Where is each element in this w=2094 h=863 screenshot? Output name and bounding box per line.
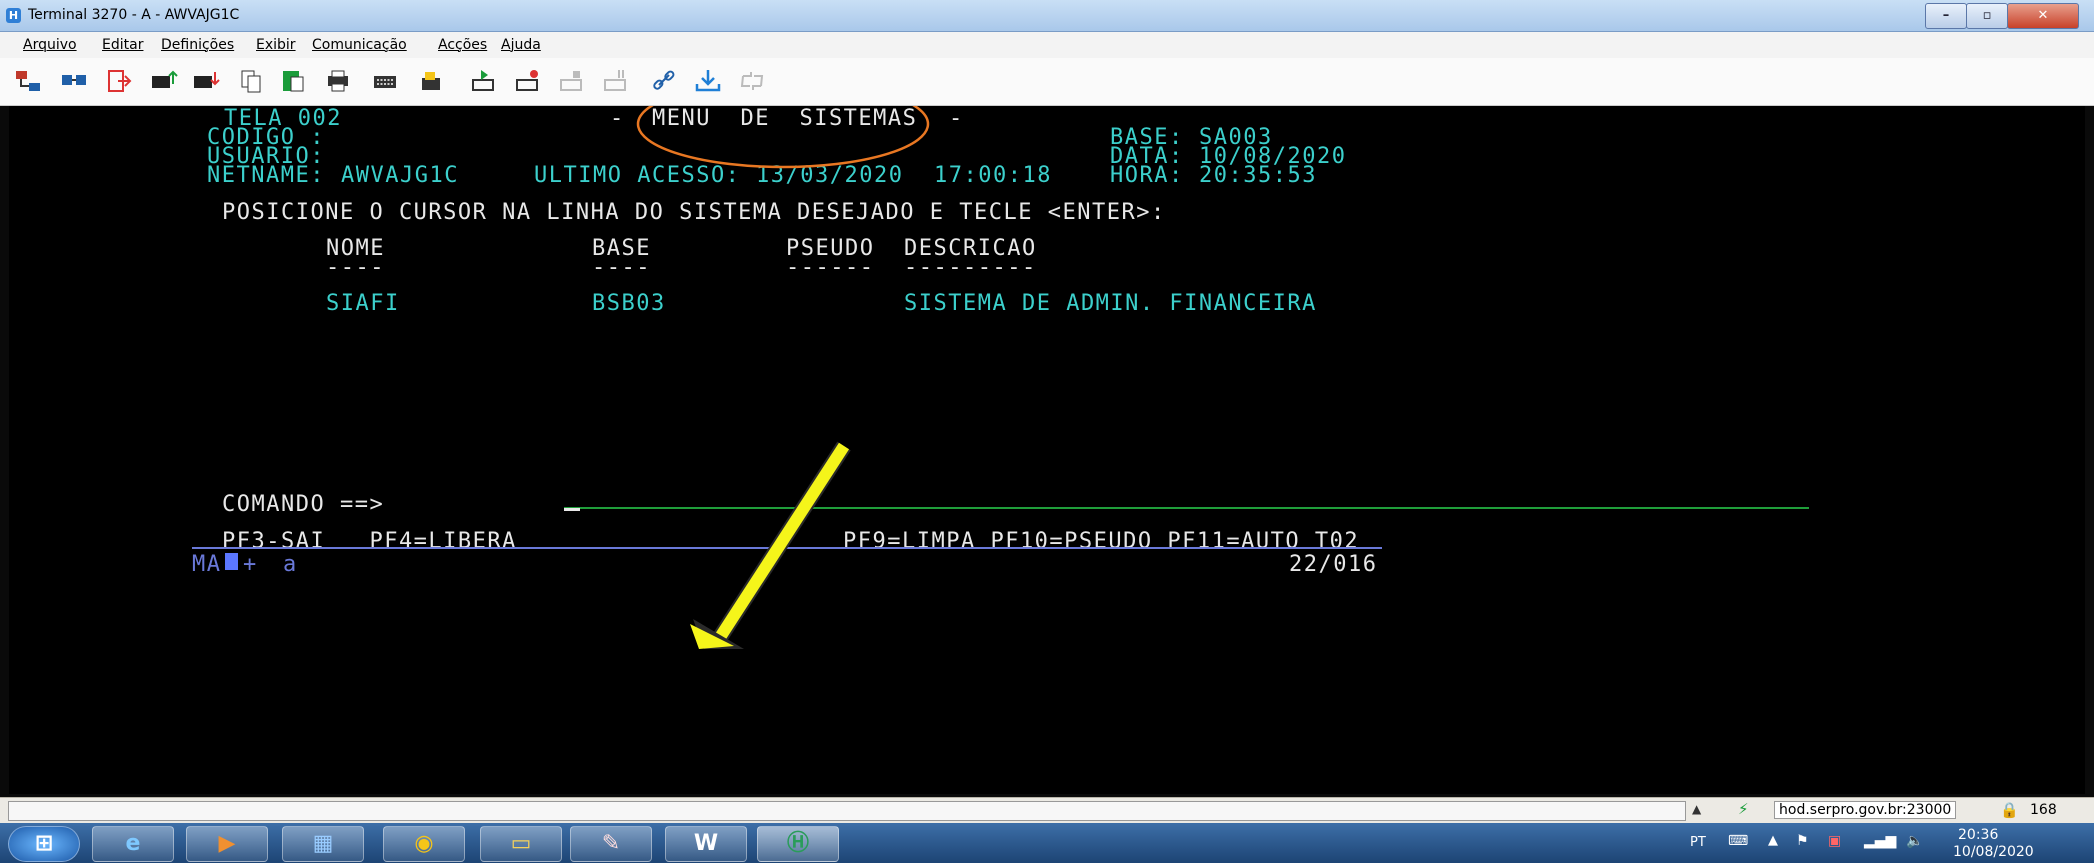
terminal-screen[interactable]: TELA 002 - MENU DE SISTEMAS - CODIGO : U… — [9, 106, 2085, 794]
lock-icon: 🔒 — [2000, 801, 2019, 819]
clock-date[interactable]: 10/08/2020 — [1953, 844, 2034, 860]
volume-icon[interactable]: 🔈 — [1906, 833, 1923, 849]
minimize-icon: – — [1942, 8, 1950, 23]
receive-icon[interactable] — [192, 68, 220, 94]
language-indicator[interactable]: PT — [1690, 835, 1706, 850]
host-address: hod.serpro.gov.br:23000 — [1774, 801, 1957, 819]
internet-explorer-icon[interactable]: e — [92, 826, 174, 862]
window-title: Terminal 3270 - A - AWVAJG1C — [28, 7, 240, 23]
network-tray-icon[interactable]: ▣ — [1828, 833, 1841, 849]
send-icon[interactable] — [150, 68, 178, 94]
toolbar — [0, 58, 2094, 106]
start-orb[interactable]: ⊞ — [8, 826, 80, 862]
app-icon: H — [6, 8, 21, 23]
keyboard-icon[interactable] — [372, 68, 400, 94]
pointer-arrow — [690, 441, 851, 649]
signal-icon[interactable]: ▂▄▆ — [1864, 833, 1896, 849]
paint-icon[interactable]: ✎ — [570, 826, 652, 862]
lightning-icon: ⚡ — [1738, 800, 1749, 818]
disconnect-icon[interactable] — [60, 68, 88, 94]
menu-exibir[interactable]: Exibir — [256, 37, 296, 53]
menu-ajuda[interactable]: Ajuda — [501, 37, 541, 53]
tray-expand-icon[interactable]: ▲ — [1768, 833, 1778, 848]
minimize-button[interactable]: – — [1925, 3, 1967, 29]
exit-icon[interactable] — [106, 68, 134, 94]
keyboard-tray-icon[interactable]: ⌨ — [1728, 833, 1748, 849]
menu-accoes[interactable]: Acções — [438, 37, 487, 53]
clock-time[interactable]: 20:36 — [1958, 827, 1998, 843]
taskbar: ⊞ e ▶ ▦ ◉ ▭ ✎ W Ⓗ PT ⌨ ▲ ⚑ ▣ ▂▄▆ 🔈 20:36… — [0, 823, 2094, 863]
menu-bar: Arquivo Editar Definições Exibir Comunic… — [0, 32, 2094, 58]
scroll-up-icon[interactable]: ▲ — [1692, 802, 1701, 816]
window-title-bar: H Terminal 3270 - A - AWVAJG1C – ▫ ✕ — [0, 0, 2094, 32]
status-count: 168 — [2030, 802, 2057, 818]
copy-icon[interactable] — [238, 68, 266, 94]
menu-definicoes[interactable]: Definições — [161, 37, 234, 53]
status-message-box — [8, 801, 1686, 821]
menu-comunicacao[interactable]: Comunicação — [312, 37, 407, 53]
download-icon[interactable] — [694, 68, 722, 94]
maximize-icon: ▫ — [1982, 8, 1992, 23]
network-icon[interactable]: ▦ — [282, 826, 364, 862]
menu-arquivo[interactable]: Arquivo — [23, 37, 77, 53]
close-icon: ✕ — [2037, 8, 2049, 23]
paste-icon[interactable] — [280, 68, 308, 94]
menu-editar[interactable]: Editar — [102, 37, 143, 53]
stop-icon[interactable] — [558, 68, 586, 94]
chrome-icon[interactable]: ◉ — [383, 826, 465, 862]
pause-icon[interactable] — [602, 68, 630, 94]
play-icon[interactable] — [470, 68, 498, 94]
connect-icon[interactable] — [14, 68, 42, 94]
refresh-icon[interactable] — [738, 68, 766, 94]
highlight-ellipse — [636, 106, 930, 169]
word-icon[interactable]: W — [665, 826, 747, 862]
file-explorer-icon[interactable]: ▭ — [480, 826, 562, 862]
print-icon[interactable] — [325, 68, 353, 94]
flag-icon[interactable]: ⚑ — [1796, 833, 1809, 849]
media-player-icon[interactable]: ▶ — [186, 826, 268, 862]
maximize-button[interactable]: ▫ — [1966, 3, 2008, 29]
annotation-layer — [636, 106, 930, 649]
host-on-demand-icon[interactable]: Ⓗ — [757, 826, 839, 862]
status-bar: ▲ ⚡ hod.serpro.gov.br:23000 🔒 168 — [0, 797, 2094, 823]
macro-icon[interactable] — [418, 68, 446, 94]
record-icon[interactable] — [514, 68, 542, 94]
link-icon[interactable] — [650, 68, 678, 94]
close-button[interactable]: ✕ — [2007, 3, 2079, 29]
